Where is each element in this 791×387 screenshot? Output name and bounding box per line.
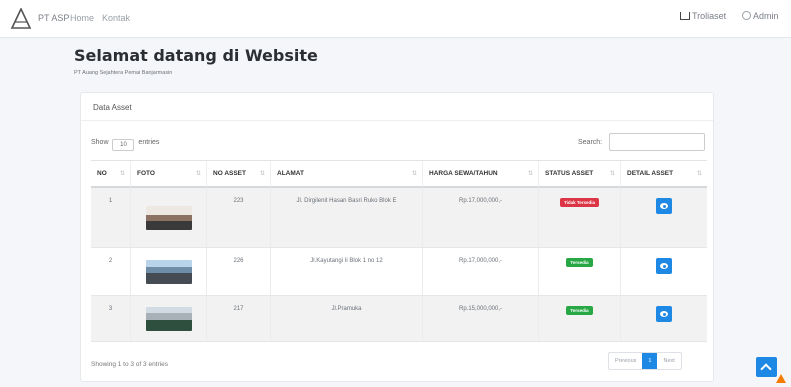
page-subtitle: PT Auang Sejahtera Pemai Banjarmasin <box>74 70 173 76</box>
show-prefix: Show <box>91 139 109 146</box>
detail-button[interactable] <box>656 306 672 322</box>
logo-icon[interactable] <box>10 8 32 30</box>
sort-icon: ⇅ <box>119 171 125 177</box>
navbar: PT ASP Home Kontak Troliaset Admin <box>0 0 791 38</box>
account-link[interactable]: Admin <box>742 11 779 21</box>
col-foto-label: FOTO <box>137 170 155 177</box>
brand-name[interactable]: PT ASP <box>38 13 69 23</box>
cell-harga: Rp.17,000,000,- <box>423 188 539 247</box>
col-no-asset[interactable]: NO ASSET ⇅ <box>207 161 271 187</box>
col-detail[interactable]: DETAIL ASSET ⇅ <box>621 161 707 187</box>
asset-number: 223 <box>233 198 244 204</box>
sort-icon: ⇅ <box>609 171 615 177</box>
pagination: Previous 1 Next <box>608 352 682 370</box>
cell-detail <box>621 188 707 247</box>
detail-button[interactable] <box>656 198 672 214</box>
show-suffix: entries <box>138 139 160 146</box>
col-no-label: NO <box>97 170 107 177</box>
cell-no-asset: 217 <box>207 296 271 341</box>
building-photo <box>146 307 192 331</box>
table-row: 2 226 Jl.Kayutangi Ii Blok 1 no 12 Rp.17… <box>91 248 707 296</box>
building-photo <box>146 260 192 284</box>
pagination-previous[interactable]: Previous <box>609 353 642 369</box>
table-row: 1 223 Jl. Dirgilenit Hasan Basri Ruko Bl… <box>91 188 707 248</box>
sort-icon: ⇅ <box>259 171 265 177</box>
asset-number: 226 <box>233 258 244 264</box>
asset-price: Rp.15,000,000,- <box>458 306 503 312</box>
cell-no: 2 <box>91 248 131 295</box>
col-no[interactable]: NO ⇅ <box>91 161 131 187</box>
row-number: 2 <box>108 258 113 264</box>
sort-icon: ⇅ <box>195 171 201 177</box>
status-badge: Tidak Tersedia <box>559 198 600 207</box>
cart-link[interactable]: Troliaset <box>680 11 726 21</box>
cart-icon <box>680 12 690 20</box>
entries-select[interactable]: 10 <box>112 139 135 151</box>
asset-price: Rp.17,000,000,- <box>458 198 503 204</box>
cell-status: Tersedia <box>539 296 621 341</box>
show-entries: Show 10 entries <box>91 139 159 151</box>
asset-address: Jl.Kayutangi Ii Blok 1 no 12 <box>310 258 383 264</box>
asset-table: NO ⇅ FOTO ⇅ NO ASSET ⇅ ALAMAT ⇅ HARGA SEWA/T… <box>91 160 707 342</box>
eye-icon <box>660 203 668 209</box>
table-info: Showing 1 to 3 of 3 entries <box>91 361 168 368</box>
cell-status: Tidak Tersedia <box>539 188 621 247</box>
fire-icon <box>776 374 786 383</box>
search-label: Search: <box>578 139 603 146</box>
col-status-label: STATUS ASSET <box>545 170 594 177</box>
sort-icon: ⇅ <box>527 171 533 177</box>
arrow-up-icon[interactable] <box>756 357 777 377</box>
col-foto[interactable]: FOTO ⇅ <box>131 161 207 187</box>
asset-price: Rp.17,000,000,- <box>458 258 503 264</box>
cell-alamat: Jl. Dirgilenit Hasan Basri Ruko Blok E <box>271 188 423 247</box>
pagination-page-1[interactable]: 1 <box>642 353 658 369</box>
cell-no-asset: 223 <box>207 188 271 247</box>
cell-detail <box>621 248 707 295</box>
page-title: Selamat datang di Website <box>74 46 318 65</box>
building-photo <box>146 206 192 230</box>
cell-no-asset: 226 <box>207 248 271 295</box>
col-alamat-label: ALAMAT <box>277 170 304 177</box>
row-number: 3 <box>108 306 113 312</box>
asset-address: Jl.Pramuka <box>331 306 362 312</box>
cell-harga: Rp.15,000,000,- <box>423 296 539 341</box>
col-harga-label: HARGA SEWA/TAHUN <box>429 170 498 177</box>
status-badge: Tersedia <box>566 258 593 267</box>
cell-no: 1 <box>91 188 131 247</box>
cell-harga: Rp.17,000,000,- <box>423 248 539 295</box>
asset-number: 217 <box>233 306 244 312</box>
cart-label: Troliaset <box>692 11 727 21</box>
eye-icon <box>660 311 668 317</box>
detail-button[interactable] <box>656 258 672 274</box>
cell-foto <box>131 248 207 295</box>
sort-icon: ⇅ <box>696 171 702 177</box>
user-icon <box>742 11 751 20</box>
cell-no: 3 <box>91 296 131 341</box>
cell-detail <box>621 296 707 341</box>
row-number: 1 <box>108 198 113 204</box>
sort-icon: ⇅ <box>411 171 417 177</box>
nav-link-kontak[interactable]: Kontak <box>102 13 130 23</box>
asset-address: Jl. Dirgilenit Hasan Basri Ruko Blok E <box>296 198 397 204</box>
card-title: Data Asset <box>81 93 713 121</box>
cell-foto <box>131 188 207 247</box>
cell-alamat: Jl.Kayutangi Ii Blok 1 no 12 <box>271 248 423 295</box>
cell-foto <box>131 296 207 341</box>
cell-alamat: Jl.Pramuka <box>271 296 423 341</box>
col-detail-label: DETAIL ASSET <box>627 170 674 177</box>
asset-card: Data Asset Show 10 entries Search: NO ⇅ F… <box>80 92 714 382</box>
account-label: Admin <box>753 11 779 21</box>
status-badge: Tersedia <box>566 306 593 315</box>
table-header: NO ⇅ FOTO ⇅ NO ASSET ⇅ ALAMAT ⇅ HARGA SEWA/T… <box>91 160 707 188</box>
nav-link-home[interactable]: Home <box>70 13 94 23</box>
eye-icon <box>660 263 668 269</box>
cell-status: Tersedia <box>539 248 621 295</box>
pagination-next[interactable]: Next <box>657 353 680 369</box>
search-input[interactable] <box>609 133 705 151</box>
col-harga[interactable]: HARGA SEWA/TAHUN ⇅ <box>423 161 539 187</box>
col-status[interactable]: STATUS ASSET ⇅ <box>539 161 621 187</box>
col-alamat[interactable]: ALAMAT ⇅ <box>271 161 423 187</box>
table-row: 3 217 Jl.Pramuka Rp.15,000,000,- Tersedi… <box>91 296 707 342</box>
col-no-asset-label: NO ASSET <box>213 170 246 177</box>
